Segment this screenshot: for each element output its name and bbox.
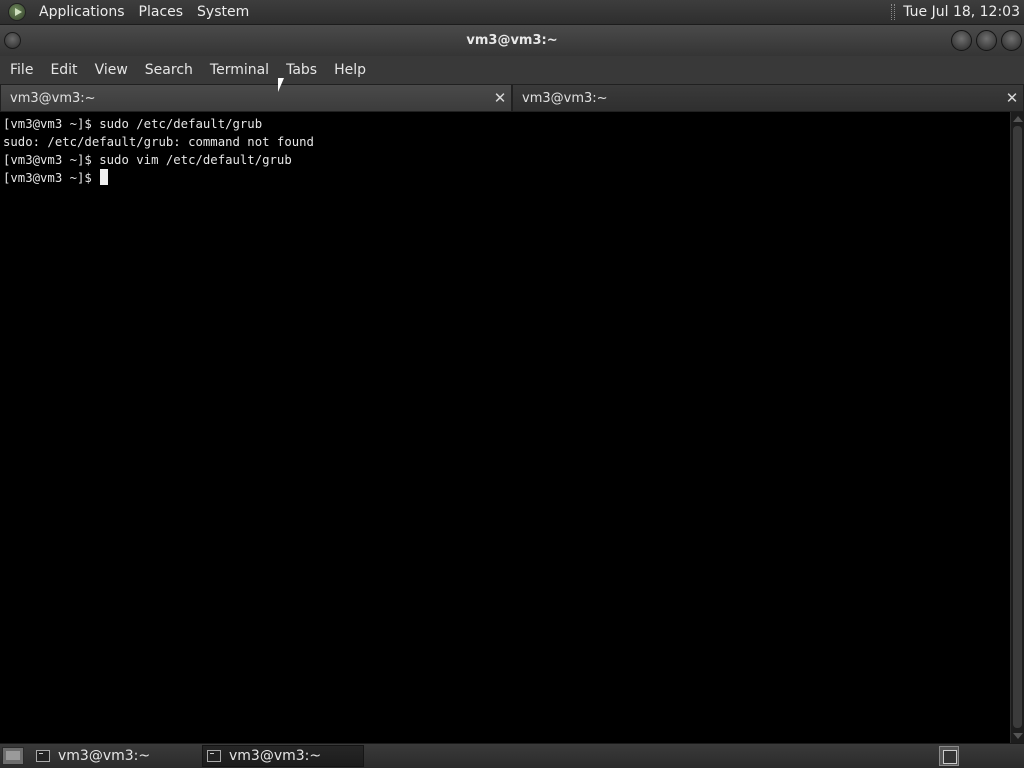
maximize-button[interactable] — [976, 30, 997, 51]
menu-tabs[interactable]: Tabs — [279, 56, 324, 84]
system-menu[interactable]: System — [190, 0, 256, 25]
menu-help[interactable]: Help — [327, 56, 373, 84]
tab-2-label: vm3@vm3:~ — [522, 90, 608, 106]
terminal-line: [vm3@vm3 ~]$ sudo vim /etc/default/grub — [3, 153, 292, 167]
show-desktop-icon[interactable] — [2, 747, 24, 765]
bottom-panel: vm3@vm3:~ vm3@vm3:~ — [0, 743, 1024, 768]
terminal-line: sudo: /etc/default/grub: command not fou… — [3, 135, 314, 149]
tab-bar: vm3@vm3:~ ✕ vm3@vm3:~ ✕ — [0, 84, 1024, 112]
terminal-line: [vm3@vm3 ~]$ sudo /etc/default/grub — [3, 117, 263, 131]
terminal-prompt: [vm3@vm3 ~]$ — [3, 171, 100, 185]
window-controls — [951, 30, 1022, 51]
menu-edit[interactable]: Edit — [43, 56, 84, 84]
tab-1[interactable]: vm3@vm3:~ ✕ — [0, 84, 512, 112]
applications-menu[interactable]: Applications — [32, 0, 132, 25]
top-panel-tray: Tue Jul 18, 12:03 — [891, 0, 1024, 24]
tab-2[interactable]: vm3@vm3:~ ✕ — [512, 84, 1024, 112]
window-menu-icon[interactable] — [4, 32, 21, 49]
window-titlebar[interactable]: vm3@vm3:~ — [0, 25, 1024, 56]
terminal-output[interactable]: [vm3@vm3 ~]$ sudo /etc/default/grub sudo… — [0, 112, 1010, 743]
close-window-button[interactable] — [1001, 30, 1022, 51]
panel-separator-handle-icon[interactable] — [891, 4, 896, 20]
scroll-down-arrow-icon[interactable] — [1013, 733, 1023, 739]
scroll-up-arrow-icon[interactable] — [1013, 116, 1023, 122]
terminal-prompt-line: [vm3@vm3 ~]$ — [3, 169, 1010, 187]
menu-view[interactable]: View — [88, 56, 135, 84]
terminal-menubar: File Edit View Search Terminal Tabs Help — [0, 56, 1024, 84]
tab-2-close-icon[interactable]: ✕ — [1004, 90, 1020, 106]
places-menu[interactable]: Places — [132, 0, 191, 25]
scrollbar-thumb[interactable] — [1013, 126, 1022, 728]
taskbar-item-active[interactable]: vm3@vm3:~ — [202, 745, 364, 767]
taskbar-item[interactable]: vm3@vm3:~ — [32, 745, 194, 767]
menu-file[interactable]: File — [3, 56, 40, 84]
tab-1-close-icon[interactable]: ✕ — [492, 90, 508, 106]
workspace-switcher[interactable] — [939, 746, 959, 766]
terminal-scrollbar[interactable] — [1010, 112, 1024, 743]
minimize-button[interactable] — [951, 30, 972, 51]
menu-search[interactable]: Search — [138, 56, 200, 84]
tab-1-label: vm3@vm3:~ — [10, 90, 96, 106]
taskbar-item-label: vm3@vm3:~ — [229, 748, 322, 764]
menu-terminal[interactable]: Terminal — [203, 56, 276, 84]
top-panel: Applications Places System Tue Jul 18, 1… — [0, 0, 1024, 25]
text-cursor — [100, 169, 109, 185]
mouse-pointer-icon — [278, 78, 284, 92]
window-title: vm3@vm3:~ — [466, 33, 558, 48]
applications-logo-icon[interactable] — [8, 3, 26, 21]
clock[interactable]: Tue Jul 18, 12:03 — [903, 4, 1024, 20]
taskbar-item-label: vm3@vm3:~ — [58, 748, 151, 764]
terminal-icon — [36, 750, 50, 762]
terminal-icon — [207, 750, 221, 762]
